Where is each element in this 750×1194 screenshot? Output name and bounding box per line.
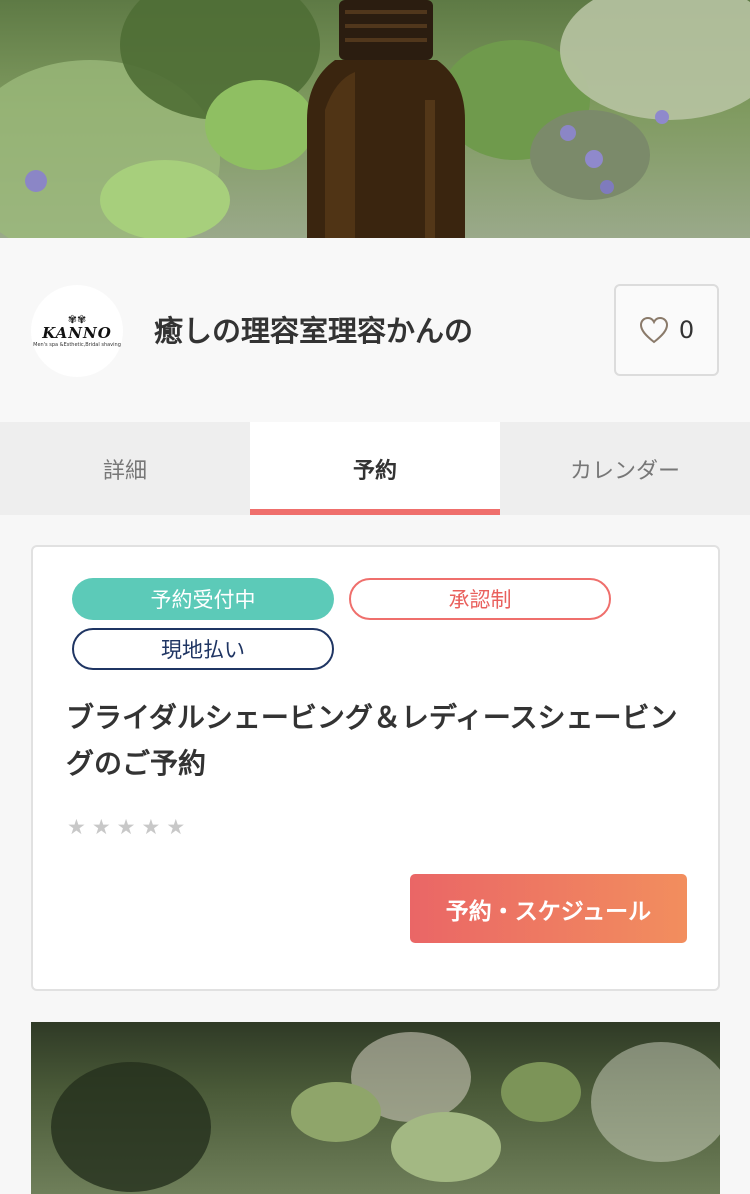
like-count: 0	[678, 316, 695, 344]
tab-bar: 詳細 予約 カレンダー	[0, 422, 750, 515]
tab-details[interactable]: 詳細	[0, 422, 250, 515]
herb-photo	[31, 1022, 720, 1194]
status-badge-onsite-payment: 現地払い	[72, 628, 334, 670]
heart-outline-icon	[639, 316, 668, 344]
star-icon: ★	[166, 815, 186, 839]
tab-reservation[interactable]: 予約	[250, 422, 500, 515]
reserve-schedule-button[interactable]: 予約・スケジュール	[410, 874, 687, 943]
oil-bottle-illustration	[307, 0, 465, 238]
star-icon: ★	[91, 815, 111, 839]
logo-wordmark: KANNO	[42, 323, 112, 342]
shop-logo: ✾✾ KANNO Men's spa &Esthetic,Bridal shav…	[31, 285, 123, 377]
status-badge-approval: 承認制	[349, 578, 611, 620]
logo-crest: ✾✾	[67, 312, 87, 326]
tab-calendar[interactable]: カレンダー	[500, 422, 750, 515]
rating-stars: ★ ★ ★ ★ ★	[67, 817, 185, 838]
hero-image	[0, 0, 750, 238]
logo-tagline: Men's spa &Esthetic,Bridal shaving	[33, 341, 121, 348]
shop-name: 癒しの理容室理容かんの	[154, 314, 474, 348]
star-icon: ★	[141, 815, 161, 839]
status-badge-accepting: 予約受付中	[72, 578, 334, 620]
star-icon: ★	[116, 815, 136, 839]
plan-title: ブライダルシェービング＆レディースシェービングのご予約	[66, 701, 678, 780]
plan-card: 予約受付中 承認制 現地払い ブライダルシェービング＆レディースシェービングのご…	[31, 545, 720, 991]
star-icon: ★	[67, 815, 86, 839]
like-button[interactable]: 0	[614, 284, 719, 376]
